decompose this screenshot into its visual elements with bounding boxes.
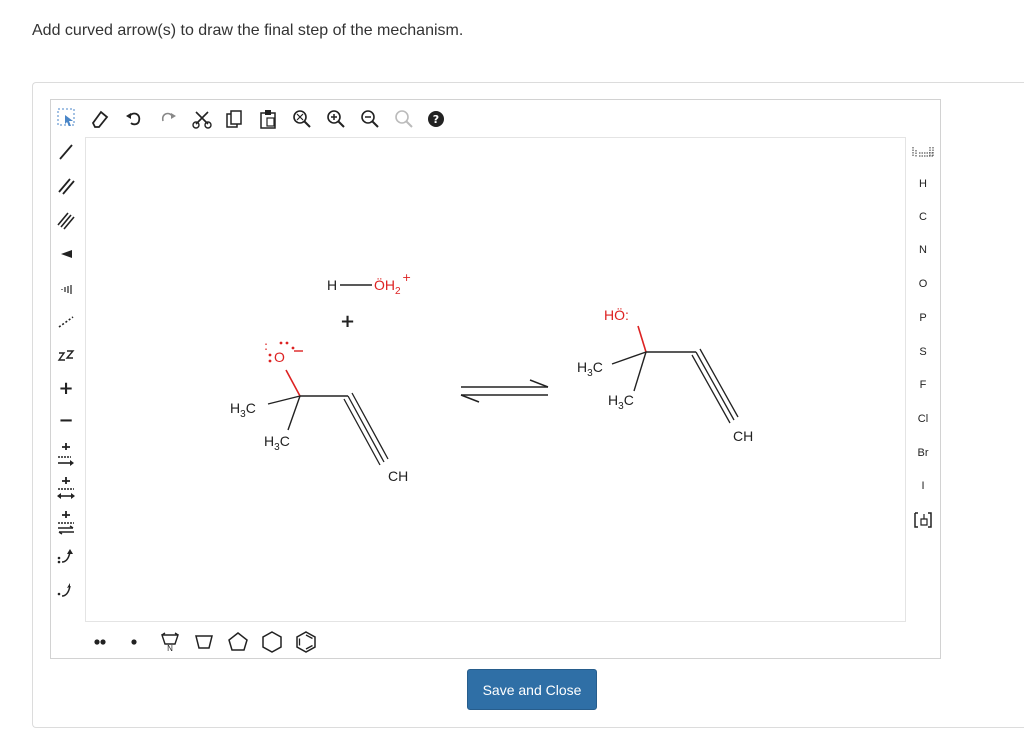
dashed-bond-icon[interactable] [54, 310, 78, 334]
periodic-table-icon[interactable] [911, 140, 935, 164]
hexagon-icon[interactable] [260, 630, 284, 654]
wedge-bond-icon[interactable] [54, 242, 78, 266]
benzene-icon[interactable] [294, 630, 318, 654]
element-f[interactable]: F [911, 373, 935, 397]
minus-charge-icon[interactable]: − [54, 408, 78, 432]
hash-bond-icon[interactable] [54, 276, 78, 300]
save-and-close-button[interactable]: Save and Close [467, 669, 597, 710]
element-s[interactable]: S [911, 340, 935, 364]
single-bond-icon[interactable] [54, 140, 78, 164]
element-h[interactable]: H [911, 172, 935, 196]
radical-icon[interactable] [122, 630, 146, 654]
pentagon-icon[interactable] [192, 630, 216, 654]
element-o[interactable]: O [911, 272, 935, 296]
help-icon[interactable]: ? [424, 107, 448, 131]
question-prompt: Add curved arrow(s) to draw the final st… [32, 22, 464, 39]
pyrrole-icon[interactable]: N [158, 629, 182, 653]
element-br[interactable]: Br [911, 441, 935, 465]
element-n[interactable]: N [911, 238, 935, 262]
undo-icon[interactable] [122, 107, 146, 131]
element-i[interactable]: I [911, 474, 935, 498]
drawing-canvas[interactable] [85, 137, 906, 622]
reaction-arrow-icon[interactable] [54, 442, 78, 466]
copy-icon[interactable] [222, 107, 246, 131]
zoom-reset-icon[interactable] [392, 107, 416, 131]
element-p[interactable]: P [911, 306, 935, 330]
minus-charge-label: − [58, 409, 74, 431]
curved-arrow-single-icon[interactable] [54, 578, 78, 602]
eraser-icon[interactable] [88, 107, 112, 131]
paste-icon[interactable] [256, 107, 280, 131]
double-arrow-icon[interactable] [54, 476, 78, 500]
zoom-fit-icon[interactable] [290, 107, 314, 131]
lasso-select-icon[interactable] [55, 106, 79, 130]
scissors-icon[interactable] [190, 107, 214, 131]
equilibrium-arrow-icon[interactable] [54, 510, 78, 535]
template-icon[interactable] [911, 508, 935, 532]
plus-charge-icon[interactable]: + [54, 376, 78, 400]
element-cl[interactable]: Cl [911, 407, 935, 431]
plus-charge-label: + [58, 377, 74, 399]
element-c[interactable]: C [911, 205, 935, 229]
triple-bond-icon[interactable] [54, 208, 78, 232]
pyrrole-n-label: N [167, 644, 173, 653]
zoom-in-icon[interactable] [324, 107, 348, 131]
curved-arrow-pair-icon[interactable] [54, 544, 78, 568]
svg-text:?: ? [433, 113, 439, 126]
redo-icon[interactable] [156, 107, 180, 131]
lone-pair-icon[interactable] [88, 630, 112, 654]
zoom-out-icon[interactable] [358, 107, 382, 131]
pentagon-up-icon[interactable] [226, 630, 250, 654]
double-bond-icon[interactable] [54, 174, 78, 198]
chain-icon[interactable] [54, 344, 78, 368]
